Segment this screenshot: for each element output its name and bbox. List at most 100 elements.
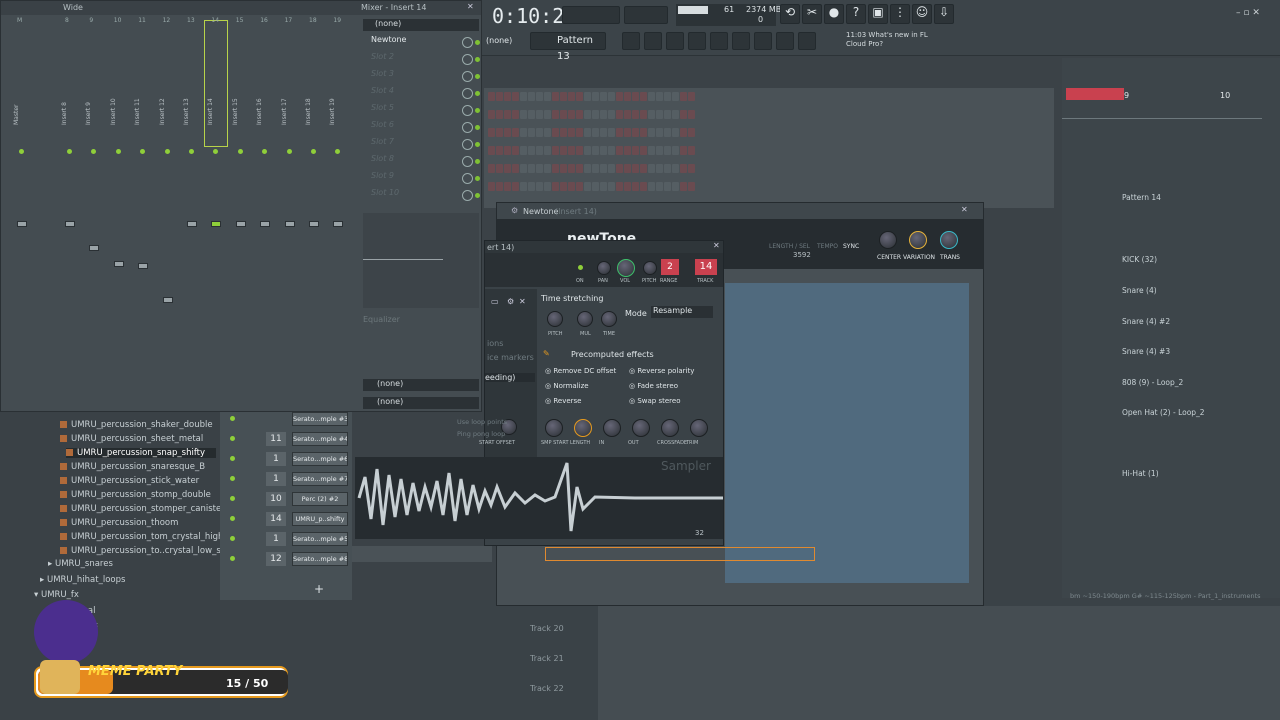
volume-fader[interactable] [17,221,27,227]
strip-led[interactable] [67,149,72,154]
mixer-strip[interactable]: 11 Insert 11 [132,17,154,401]
cut-icon[interactable]: ✂ [802,4,822,24]
volume-fader[interactable] [309,221,319,227]
mixer-strip[interactable]: 18 Insert 18 [303,17,325,401]
browser-item[interactable]: UMRU_percussion_thoom [60,518,178,528]
strip-led[interactable] [286,149,292,154]
output-a[interactable]: (none) [363,379,479,391]
channel-led[interactable] [230,476,235,481]
channel-button[interactable]: Serato...mple #6 [292,452,348,466]
slot-led[interactable] [475,125,480,130]
browser-item[interactable]: UMRU_percussion_snaresque_B [60,462,205,472]
playlist-clip[interactable]: Hi-Hat (1) [1122,469,1262,480]
add-channel-icon[interactable]: + [314,582,324,596]
mixer-slot[interactable]: Slot 4 [363,86,481,102]
mixer-icon[interactable] [688,32,706,50]
brush-icon[interactable] [754,32,772,50]
volume-fader[interactable] [138,263,149,269]
variation-knob[interactable] [909,231,927,249]
channel-led[interactable] [230,536,235,541]
browser-item[interactable]: UMRU_percussion_stick_water [60,476,199,486]
strip-led[interactable] [19,149,24,154]
mixer-strip[interactable]: 17 Insert 17 [279,17,301,401]
effect-checkbox[interactable]: ◎ Reverse [545,397,581,405]
gear-icon[interactable]: ⚙ [511,206,518,215]
strip-led[interactable] [335,149,341,154]
mix-knob[interactable] [462,37,473,48]
ping-pong-checkbox[interactable]: Ping pong loop [457,430,505,438]
channel-led[interactable] [230,496,235,501]
volume-fader[interactable] [113,261,124,267]
mixer-strip[interactable]: 12 Insert 12 [157,17,179,401]
waveform-display[interactable]: Sampler 32 [355,457,723,539]
browser-folder[interactable]: ▸ UMRU_snares [48,559,113,569]
master-pitch[interactable] [624,6,668,24]
strip-led[interactable] [115,149,121,154]
channel-mixer-track[interactable]: 1 [266,452,286,466]
window-controls[interactable]: – ▫ ✕ [1236,8,1276,18]
sampler-knob[interactable] [632,419,650,437]
mix-knob[interactable] [462,173,473,184]
strip-led[interactable] [189,149,194,154]
playlist-clip[interactable]: Snare (4) #2 [1122,317,1262,328]
note-blob-selected[interactable] [545,547,815,561]
close-icon[interactable]: ✕ [961,205,968,214]
volume-fader[interactable] [162,297,173,303]
mixer-strip[interactable]: 10 Insert 10 [108,17,130,401]
channel-led[interactable] [230,416,235,421]
volume-fader[interactable] [284,221,295,227]
folder-icon[interactable]: ▭ [491,297,499,306]
news-panel[interactable]: 11:03 What's new in FL Cloud Pro? [846,31,941,49]
sync-button[interactable]: SYNC [843,243,859,250]
pattern-selector[interactable]: Pattern 13 [530,32,606,62]
effect-checkbox[interactable]: ◎ Remove DC offset [545,367,616,375]
sampler-knob[interactable] [690,419,708,437]
strip-led[interactable] [311,149,316,154]
channel-button[interactable]: Serato...mple #3 [292,412,348,426]
mixer-strip[interactable]: 13 Insert 13 [181,17,203,401]
slot-led[interactable] [475,57,480,62]
slot-led[interactable] [475,40,480,45]
mix-knob[interactable] [462,54,473,65]
slot-led[interactable] [475,176,480,181]
mixer-slot[interactable]: Newtone [363,35,481,51]
pitch-knob[interactable] [643,261,657,275]
strip-led[interactable] [164,149,170,154]
loop-marker[interactable] [1066,88,1124,100]
track-value[interactable]: 14 [695,259,717,275]
browser-item[interactable]: UMRU_percussion_sheet_metal [60,434,203,444]
mixer-slot[interactable]: Slot 5 [363,103,481,119]
browser-icon[interactable] [710,32,728,50]
slot-led[interactable] [475,74,480,79]
effect-checkbox[interactable]: ◎ Fade stereo [629,382,678,390]
browser-folder[interactable]: ▾ UMRU_fx [34,590,79,600]
download-icon[interactable]: ⇩ [934,4,954,24]
volume-fader[interactable] [235,221,246,227]
mixer-strip[interactable]: 16 Insert 16 [254,17,276,401]
mixer-slot[interactable]: Slot 10 [363,188,481,204]
mix-knob[interactable] [462,122,473,133]
browser-folder[interactable]: ▸ UMRU_hihat_loops [40,575,125,585]
help-icon[interactable]: ? [846,4,866,24]
channel-led[interactable] [230,556,235,561]
pan-knob[interactable] [597,261,611,275]
effect-checkbox[interactable]: ◎ Reverse polarity [629,367,694,375]
browser-item[interactable]: UMRU_percussion_to..crystal_low_stretch [60,546,246,556]
mixer-strip[interactable]: M Master [11,17,33,401]
mixer-strip[interactable]: 8 Insert 8 [59,17,81,401]
mix-knob[interactable] [462,190,473,201]
channel-button[interactable]: UMRU_p..shifty [292,512,348,526]
volume-fader[interactable] [65,221,75,227]
vol-knob[interactable] [617,259,635,277]
track-header[interactable]: Track 22 [530,684,564,693]
strip-led[interactable] [91,149,97,154]
mixer-slot[interactable]: Slot 9 [363,171,481,187]
sampler-knob[interactable] [574,419,592,437]
ts-time-knob[interactable] [601,311,617,327]
slot-header[interactable]: (none) [363,19,479,31]
playlist-clip[interactable]: Pattern 14 [1122,193,1262,204]
ts-pitch-knob[interactable] [547,311,563,327]
mixer-preset[interactable]: Wide [63,3,83,12]
channel-button[interactable]: Perc (2) #2 [292,492,348,506]
mode-dropdown[interactable]: Resample [651,306,713,318]
